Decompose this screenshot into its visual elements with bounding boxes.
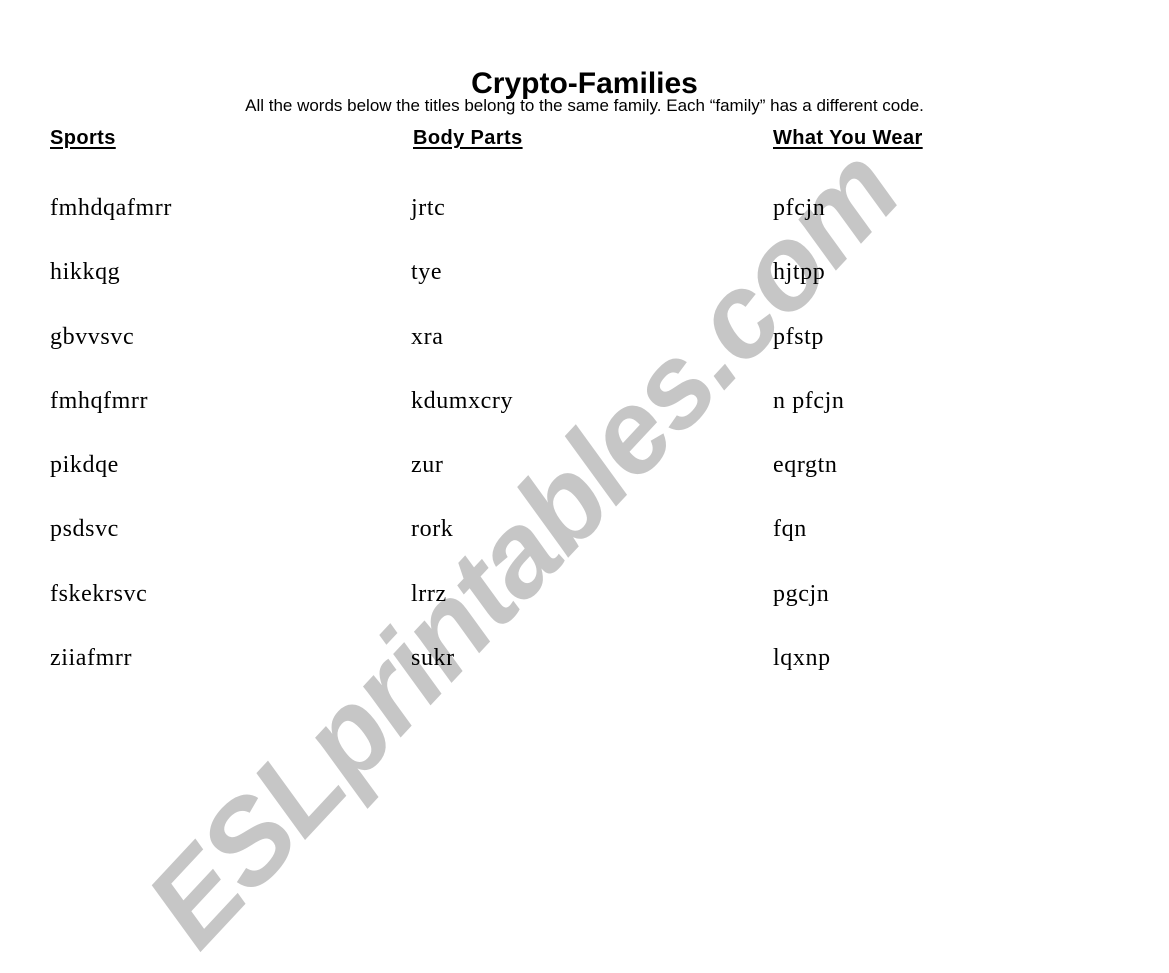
list-item: n pfcjn (773, 387, 845, 414)
list-item: pfcjn (773, 195, 826, 221)
column-heading: Sports (50, 127, 116, 149)
column-body-parts: Body Parts jrtc tye xra kdumxcry zur ror… (411, 126, 523, 671)
list-item: lrrz (411, 580, 447, 607)
list-item: pfstp (773, 323, 824, 350)
worksheet-page: ESLprintables.com Crypto-Families All th… (0, 0, 1169, 971)
list-item: fskekrsvc (50, 580, 148, 607)
list-item: rork (411, 516, 454, 543)
column-what-you-wear: What You Wear pfcjn hjtpp pfstp n pfcjn … (773, 126, 923, 671)
word-list: jrtc tye xra kdumxcry zur rork lrrz sukr (411, 192, 513, 706)
list-item: hjtpp (773, 259, 826, 286)
column-sports: Sports fmhdqafmrr hikkqg gbvvsvc fmhqfmr… (50, 126, 171, 671)
list-item: kdumxcry (411, 387, 514, 414)
list-item: fqn (773, 516, 807, 543)
list-item: psdsvc (50, 516, 119, 543)
list-item: fmhqfmrr (50, 387, 149, 414)
list-item: pgcjn (773, 580, 830, 607)
list-item: jrtc (411, 195, 446, 221)
list-item: gbvvsvc (50, 323, 135, 350)
list-item: pikdqe (50, 452, 119, 479)
list-item: sukr (411, 645, 455, 672)
instructions: All the words below the titles belong to… (245, 96, 924, 115)
list-item: eqrgtn (773, 452, 838, 479)
word-list: pfcjn hjtpp pfstp n pfcjn eqrgtn fqn pgc… (773, 192, 845, 706)
list-item: lqxnp (773, 645, 831, 672)
list-item: ziiafmrr (50, 645, 133, 672)
list-item: fmhdqafmrr (50, 195, 172, 221)
column-heading: What You Wear (773, 127, 923, 149)
list-item: zur (411, 452, 444, 479)
word-list: fmhdqafmrr hikkqg gbvvsvc fmhqfmrr pikdq… (50, 192, 172, 706)
list-item: tye (411, 259, 443, 286)
list-item: hikkqg (50, 259, 121, 286)
column-heading: Body Parts (413, 127, 523, 149)
list-item: xra (411, 323, 444, 350)
